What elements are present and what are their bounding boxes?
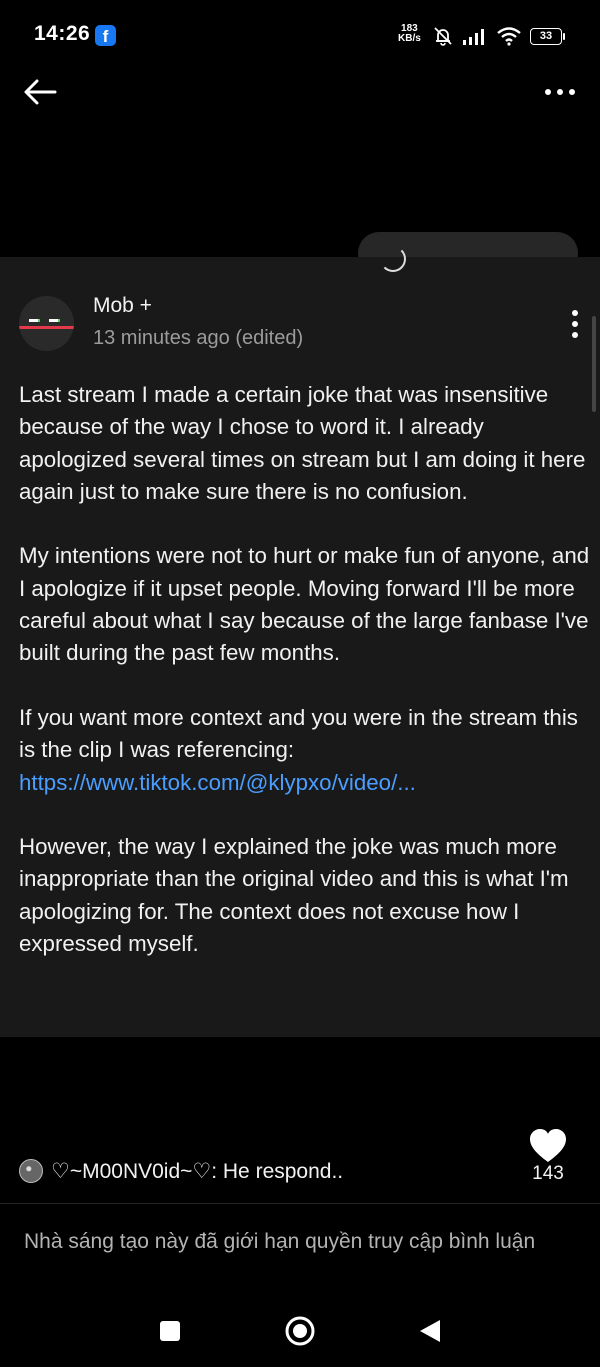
- clip-link[interactable]: https://www.tiktok.com/@klypxo/video/...: [19, 770, 416, 795]
- post-paragraph: Last stream I made a certain joke that w…: [19, 382, 586, 504]
- recent-apps-button[interactable]: [160, 1321, 180, 1341]
- post-paragraph: My intentions were not to hurt or make f…: [19, 543, 590, 666]
- post-paragraph-text: If you want more context and you were in…: [19, 704, 578, 763]
- scrollbar[interactable]: [592, 316, 596, 412]
- post-menu-button[interactable]: [560, 306, 590, 342]
- home-circle-icon: [285, 1316, 315, 1346]
- more-vertical-icon: [572, 310, 578, 338]
- more-horizontal-icon: [545, 89, 575, 95]
- system-back-button[interactable]: [416, 1317, 444, 1345]
- comment-preview-text: ♡~M00NV0id~♡: He respond..: [51, 1159, 344, 1183]
- network-speed-unit: KB/s: [398, 33, 421, 44]
- facebook-icon: f: [95, 25, 116, 46]
- arrow-left-icon: [24, 79, 57, 105]
- post-paragraph: If you want more context and you were in…: [19, 702, 591, 799]
- comments-restricted-notice: Nhà sáng tạo này đã giới hạn quyền truy …: [24, 1230, 536, 1253]
- like-button[interactable]: [528, 1128, 568, 1164]
- status-time: 14:26: [34, 22, 91, 45]
- silent-bell-icon: [434, 27, 452, 46]
- triangle-back-icon: [420, 1320, 440, 1342]
- avatar-face-icon: [19, 319, 74, 329]
- post-paragraph: However, the way I explained the joke wa…: [19, 834, 569, 957]
- loading-spinner-icon: [380, 246, 406, 272]
- divider: [0, 1203, 600, 1204]
- more-options-button[interactable]: [540, 80, 580, 104]
- home-button[interactable]: [284, 1315, 316, 1347]
- network-speed: 183 KB/s: [398, 24, 421, 44]
- battery-indicator: 33: [530, 27, 565, 45]
- status-icons: 33: [432, 24, 565, 48]
- heart-icon: [530, 1129, 566, 1162]
- author-name[interactable]: Mob +: [93, 294, 152, 318]
- wifi-icon: [497, 27, 521, 46]
- signal-icon: [463, 29, 484, 45]
- post-timestamp: 13 minutes ago (edited): [93, 327, 304, 349]
- commenter-avatar: [19, 1159, 43, 1183]
- post-body: Last stream I made a certain joke that w…: [19, 379, 591, 993]
- back-button[interactable]: [20, 74, 60, 110]
- author-avatar[interactable]: [19, 296, 74, 351]
- like-count: 143: [532, 1163, 564, 1184]
- comment-preview[interactable]: ♡~M00NV0id~♡: He respond..: [19, 1156, 343, 1186]
